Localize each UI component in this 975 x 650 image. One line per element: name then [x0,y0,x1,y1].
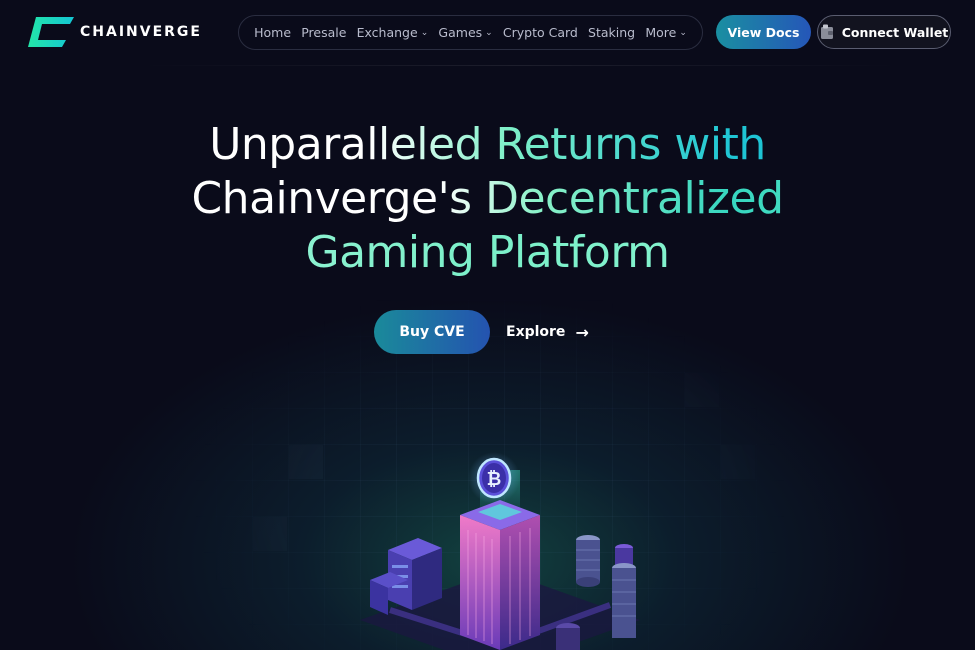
main-nav: Home Presale Exchange ⌄ Games ⌄ Crypto C… [238,15,703,50]
grid-cell [685,373,719,407]
view-docs-button[interactable]: View Docs [716,15,811,49]
buy-cve-button[interactable]: Buy CVE [374,310,490,354]
chevron-down-icon: ⌄ [679,27,687,38]
nav-item-label: Staking [588,25,636,40]
nav-item-home[interactable]: Home [254,25,291,40]
chainverge-logo-icon [28,17,74,47]
nav-item-label: Games [438,25,483,40]
nav-item-crypto-card[interactable]: Crypto Card [503,25,578,40]
bitcoin-glyph: ₿ [487,469,502,490]
crypto-city-illustration: ₿ [360,452,640,650]
connect-wallet-button[interactable]: Connect Wallet [817,15,951,49]
bitcoin-icon: ₿ [468,452,520,504]
header-divider [140,65,900,66]
connect-wallet-label: Connect Wallet [841,24,949,40]
grid-cell [289,445,323,479]
hero-title-line-2: Chainverge's Decentralized [0,172,975,226]
nav-item-label: Crypto Card [502,25,578,40]
landing-page: CHAINVERGE Home Presale Exchange ⌄ Games… [0,0,975,650]
grid-cell [253,517,287,551]
nav-item-label: Presale [301,25,347,40]
grid-cell [217,337,251,371]
explore-label: Explore [506,324,566,340]
nav-item-exchange[interactable]: Exchange ⌄ [357,25,429,40]
grid-cell [721,445,755,479]
nav-item-label: More [645,25,677,40]
nav-item-label: Home [254,25,292,40]
chevron-down-icon: ⌄ [420,27,429,38]
nav-item-staking[interactable]: Staking [588,25,635,40]
wallet-icon [820,24,833,39]
nav-item-label: Exchange [356,25,418,40]
chevron-down-icon: ⌄ [485,27,493,38]
explore-link[interactable]: Explore → [506,318,589,346]
brand-logo[interactable]: CHAINVERGE [28,17,202,47]
hero-title: Unparalleled Returns with Chainverge's D… [0,118,975,280]
brand-name: CHAINVERGE [80,24,202,40]
arrow-right-icon: → [575,322,589,342]
nav-item-more[interactable]: More ⌄ [645,25,687,40]
nav-item-games[interactable]: Games ⌄ [438,25,492,40]
hero-title-line-1: Unparalleled Returns with [0,118,975,172]
hero-title-line-3: Gaming Platform [0,226,975,280]
nav-item-presale[interactable]: Presale [301,25,346,40]
site-header: CHAINVERGE Home Presale Exchange ⌄ Games… [0,0,975,66]
